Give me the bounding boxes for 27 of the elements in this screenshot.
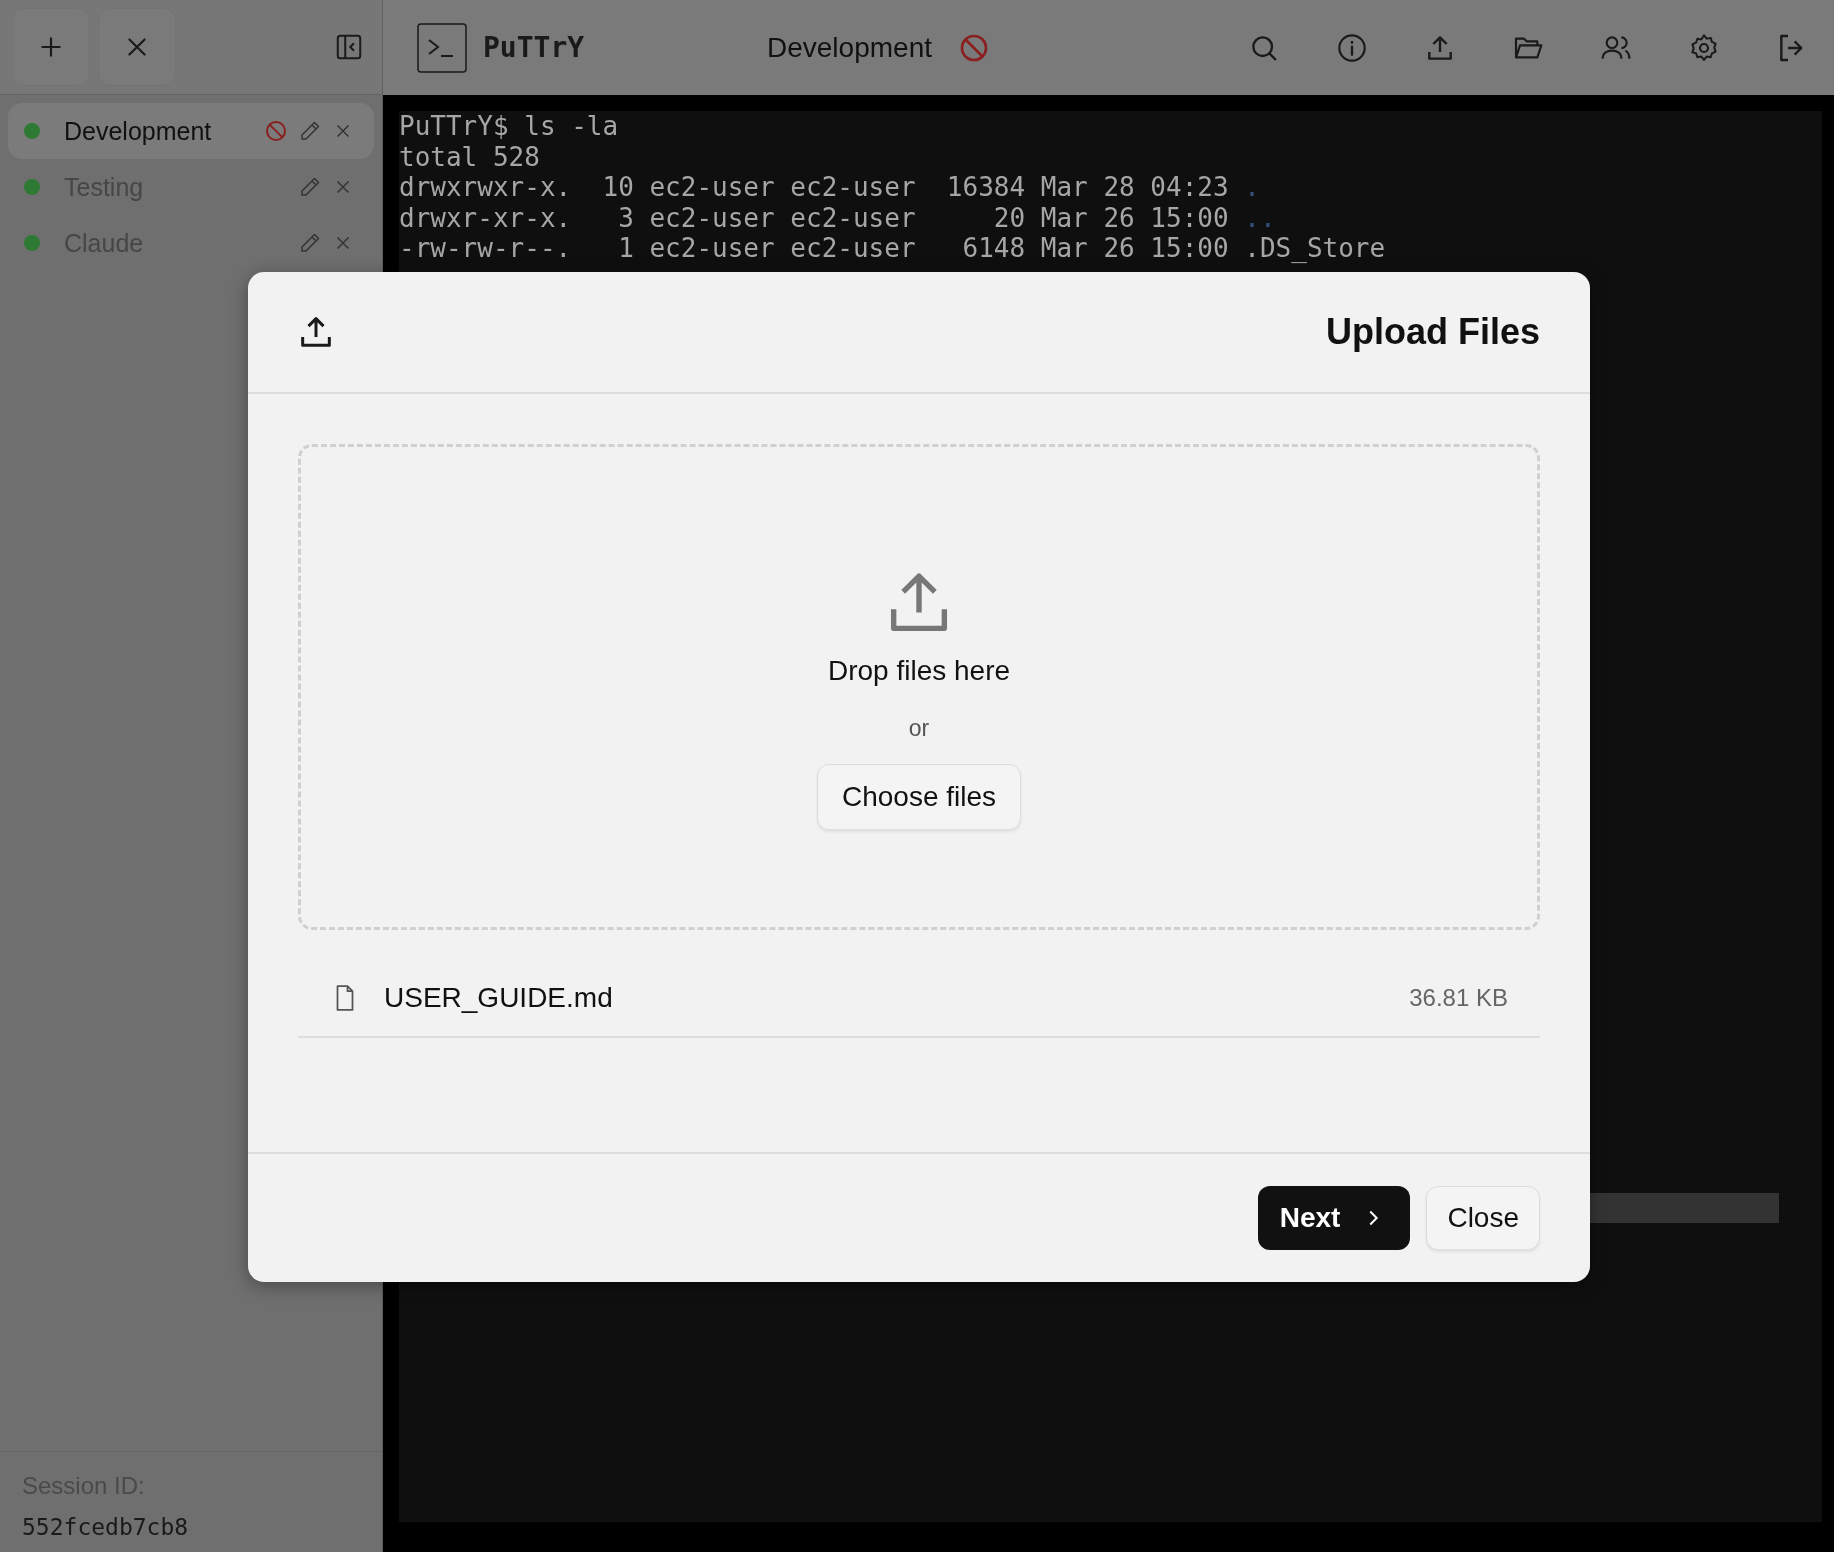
file-name: USER_GUIDE.md xyxy=(384,982,614,1014)
collapse-sidebar-icon[interactable] xyxy=(334,32,364,62)
terminal-line: PuTTrY$ ls -la xyxy=(399,111,620,142)
session-name: Development xyxy=(63,116,213,146)
file-size: 36.81 KB xyxy=(1409,984,1508,1012)
pencil-icon[interactable] xyxy=(298,231,322,255)
close-button[interactable]: Close xyxy=(1426,1186,1540,1250)
plus-icon xyxy=(38,34,64,60)
info-icon[interactable] xyxy=(1336,31,1368,64)
terminal-icon xyxy=(417,22,467,73)
session-item[interactable]: Development xyxy=(8,103,374,159)
settings-icon[interactable] xyxy=(1688,31,1720,64)
choose-files-button[interactable]: Choose files xyxy=(816,763,1022,830)
app-name: PuTTrY xyxy=(483,31,585,64)
drop-instruction: Drop files here xyxy=(827,654,1011,687)
pencil-icon[interactable] xyxy=(298,119,322,143)
dialog-title: Upload Files xyxy=(1325,311,1540,353)
terminal-line: drwxrwxr-x. 10 ec2-user ec2-user 16384 Mar 28 04:23 . xyxy=(399,172,1261,203)
pencil-icon[interactable] xyxy=(298,175,322,199)
terminal-line: total 528 xyxy=(399,141,541,172)
terminal-line: drwxr-xr-x. 3 ec2-user ec2-user 20 Mar 26 15:00 .. xyxy=(399,202,1277,233)
next-button[interactable]: Next xyxy=(1257,1186,1411,1250)
session-id-value: 552fcedb7cb8 xyxy=(22,1514,190,1540)
session-title: Development xyxy=(767,31,932,64)
terminal-line: -rw-rw-r--. 1 ec2-user ec2-user 6148 Mar 26 15:00 .DS_Store xyxy=(399,233,1387,264)
or-text: or xyxy=(908,714,930,742)
drop-zone[interactable]: Drop files here or Choose files xyxy=(298,444,1540,930)
